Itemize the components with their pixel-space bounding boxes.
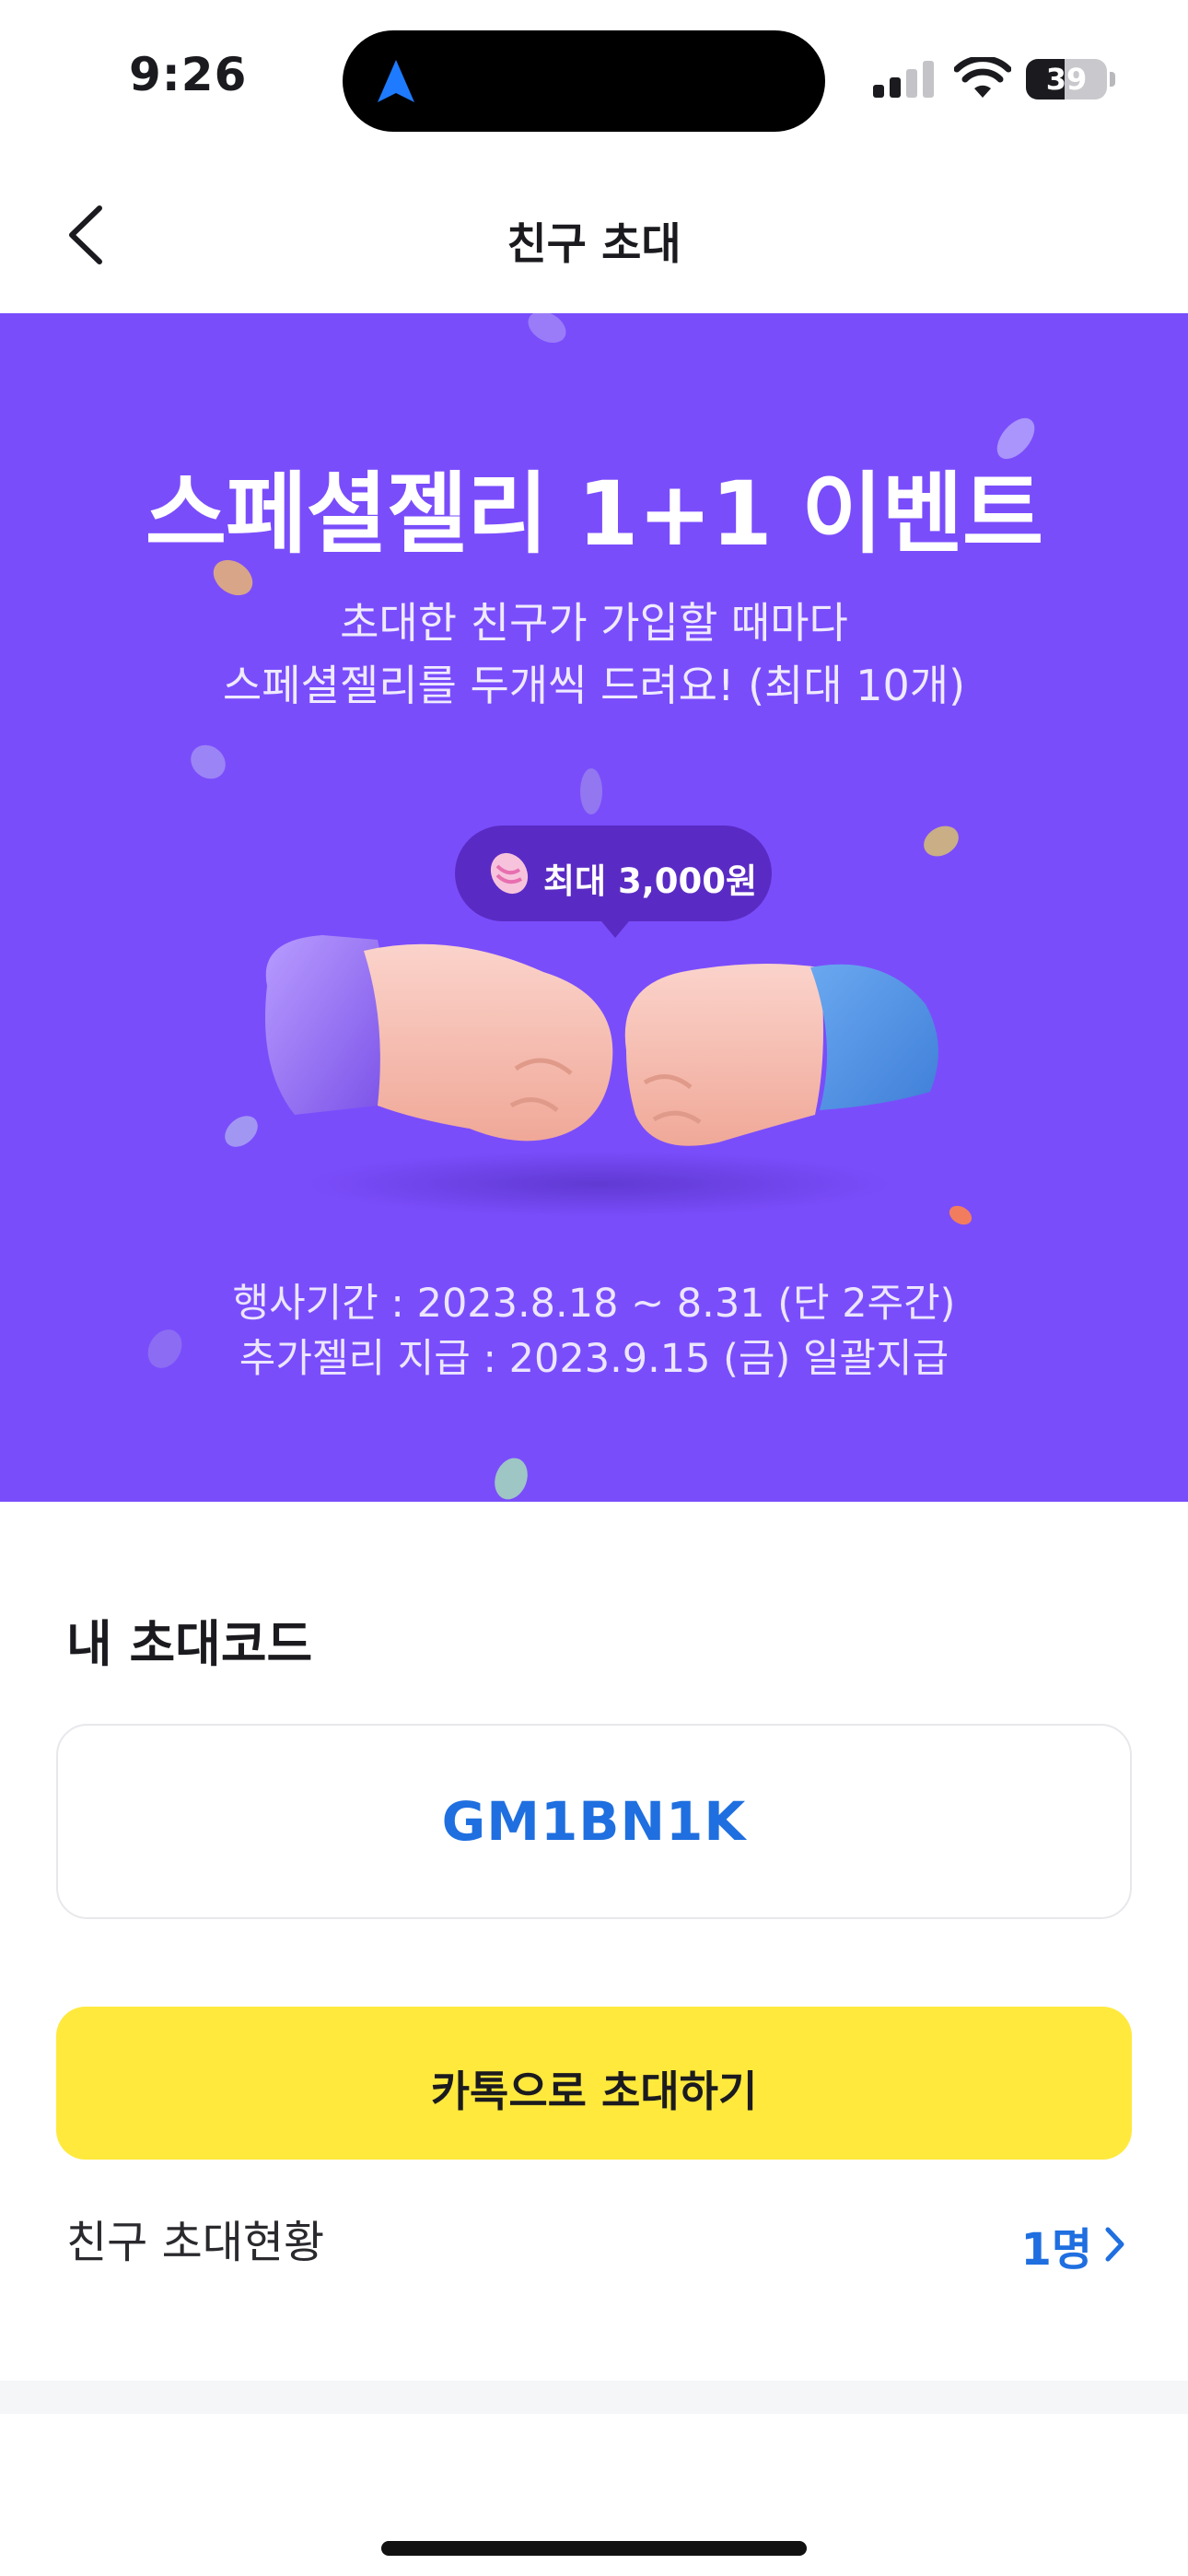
dynamic-island <box>343 30 825 132</box>
event-period-text: 행사기간 : 2023.8.18 ~ 8.31 (단 2주간) <box>232 1281 956 1327</box>
max-reward-bubble: 최대 3,000원 <box>455 825 772 921</box>
confetti-decoration <box>580 768 602 814</box>
payment-date-text: 추가젤리 지급 : 2023.9.15 (금) 일괄지급 <box>239 1336 949 1382</box>
confetti-decoration <box>183 738 233 786</box>
invite-code-box[interactable]: GM1BN1K <box>56 1724 1132 1919</box>
status-time: 9:26 <box>129 48 248 101</box>
invite-status-count[interactable]: 1명 <box>1020 2213 1092 2277</box>
confetti-decoration <box>489 1453 533 1502</box>
banner-subtitle-line1: 초대한 친구가 가입할 때마다 <box>340 598 848 648</box>
invite-status-row[interactable]: 친구 초대현황 1명 <box>0 2193 1188 2303</box>
status-bar: 9:26 39 <box>0 0 1188 157</box>
bubble-tail <box>597 916 634 938</box>
battery-level: 39 <box>1045 62 1088 97</box>
battery-icon: 39 <box>1026 59 1115 100</box>
invite-code-title: 내 초대코드 <box>66 1615 313 1673</box>
max-reward-text: 최대 3,000원 <box>543 861 758 901</box>
invite-status-label: 친구 초대현황 <box>66 2217 325 2268</box>
chevron-right-icon[interactable] <box>1103 2224 1127 2265</box>
invite-code-value: GM1BN1K <box>441 1790 747 1853</box>
home-indicator <box>381 2541 807 2556</box>
confetti-decoration <box>918 820 964 862</box>
confetti-decoration <box>522 313 572 349</box>
location-arrow-icon <box>378 60 414 102</box>
app-header: 친구 초대 <box>0 157 1188 313</box>
kakao-invite-label: 카톡으로 초대하기 <box>430 2067 758 2116</box>
banner-subtitle-line2: 스페셜젤리를 두개씩 드려요! (최대 10개) <box>222 661 966 710</box>
page-title: 친구 초대 <box>507 219 681 270</box>
event-banner: 스페셜젤리 1+1 이벤트 초대한 친구가 가입할 때마다 스페셜젤리를 두개씩… <box>0 313 1188 1502</box>
wifi-icon <box>954 57 1011 98</box>
section-divider <box>0 2381 1188 2414</box>
kakao-invite-button[interactable]: 카톡으로 초대하기 <box>56 2007 1132 2160</box>
jelly-bean-icon <box>490 852 529 895</box>
signal-icon <box>873 61 934 98</box>
banner-title: 스페셜젤리 1+1 이벤트 <box>145 463 1043 566</box>
